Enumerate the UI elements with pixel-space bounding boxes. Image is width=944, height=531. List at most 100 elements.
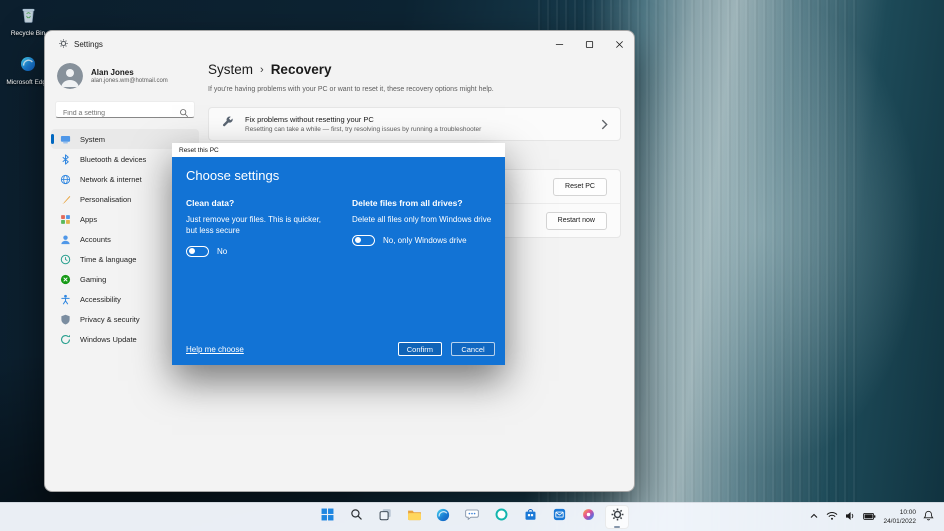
edge-icon: [436, 508, 450, 527]
globe-icon: [60, 174, 71, 185]
restart-now-button[interactable]: Restart now: [545, 211, 607, 230]
profile-email: alan.jones.wm@hotmail.com: [91, 78, 168, 85]
edge-icon: [20, 56, 36, 77]
delete-drives-description: Delete all files only from Windows drive: [352, 215, 492, 224]
sidebar-item-label: Apps: [80, 214, 98, 224]
sidebar-item-label: Personalisation: [80, 194, 132, 204]
window-title: Settings: [74, 39, 103, 49]
photos-button[interactable]: [576, 505, 600, 529]
task-view-button[interactable]: [373, 505, 397, 529]
settings-taskbar-button[interactable]: [605, 505, 629, 529]
edge-button[interactable]: [431, 505, 455, 529]
avatar: [57, 63, 83, 89]
clean-data-title: Clean data?: [186, 198, 235, 208]
user-profile[interactable]: Alan Jones alan.jones.wm@hotmail.com: [45, 55, 205, 101]
start-button[interactable]: [315, 505, 339, 529]
notification-bell-icon[interactable]: [923, 508, 934, 526]
mail-icon: [553, 508, 566, 526]
troubleshoot-icon: [221, 115, 234, 133]
sync-icon: [60, 334, 71, 345]
taskbar: 10:00 24/01/2022: [0, 502, 944, 531]
sidebar-item-label: Accounts: [80, 234, 111, 244]
delete-drives-section: Delete files from all drives? Delete all…: [352, 198, 495, 257]
clean-data-section: Clean data? Just remove your files. This…: [186, 198, 328, 257]
accessibility-person-icon: [60, 294, 71, 305]
xbox-icon: [60, 274, 71, 285]
maximize-button[interactable]: [574, 31, 604, 57]
sidebar-item-label: Accessibility: [80, 294, 121, 304]
wifi-icon[interactable]: [826, 508, 838, 526]
fix-problems-card[interactable]: Fix problems without resetting your PC R…: [208, 107, 621, 141]
fix-card-title: Fix problems without resetting your PC: [245, 114, 374, 124]
store-button[interactable]: [518, 505, 542, 529]
dialog-body: Choose settings Clean data? Just remove …: [172, 157, 505, 365]
taskbar-search-button[interactable]: [344, 505, 368, 529]
page-title: Recovery: [270, 62, 332, 77]
mail-button[interactable]: [547, 505, 571, 529]
sidebar-item-label: Windows Update: [80, 334, 137, 344]
paintbrush-icon: [60, 194, 71, 205]
sidebar-item-label: System: [80, 134, 106, 144]
toggle-switch-off-icon[interactable]: [352, 234, 375, 246]
page-subtitle: If you're having problems with your PC o…: [208, 86, 494, 93]
system-tray: 10:00 24/01/2022: [802, 503, 941, 531]
delete-drives-toggle-label: No, only Windows drive: [383, 235, 467, 245]
chat-bubble-icon: [465, 508, 479, 526]
store-bag-icon: [524, 508, 537, 526]
apps-grid-icon: [60, 214, 71, 225]
dialog-titlebar: Reset this PC: [172, 143, 505, 157]
recycle-bin-icon: [20, 6, 37, 28]
folder-icon: [407, 508, 422, 526]
task-view-icon: [379, 508, 392, 526]
sidebar-item-label: Network & internet: [80, 174, 142, 184]
gear-icon: [611, 508, 624, 526]
reset-pc-button[interactable]: Reset PC: [553, 177, 607, 196]
sidebar-item-label: Time & language: [80, 254, 137, 264]
profile-name: Alan Jones: [91, 67, 134, 77]
cancel-button[interactable]: Cancel: [451, 342, 495, 356]
delete-drives-toggle[interactable]: No, only Windows drive: [352, 234, 495, 246]
desktop: Recycle Bin Microsoft Edge Settings Alan…: [0, 0, 944, 531]
sidebar-item-label: Privacy & security: [80, 314, 140, 324]
close-button[interactable]: [604, 31, 634, 57]
sidebar-item-label: Bluetooth & devices: [80, 154, 147, 164]
fix-card-description: Resetting can take a while — first, try …: [245, 126, 482, 134]
tray-chevron-up-icon[interactable]: [809, 508, 819, 526]
settings-app-icon: [59, 38, 68, 50]
photos-icon: [582, 508, 595, 526]
confirm-button[interactable]: Confirm: [397, 342, 442, 356]
reset-pc-dialog: Reset this PC Choose settings Clean data…: [172, 143, 505, 365]
toggle-switch-off-icon[interactable]: [186, 245, 209, 257]
tray-time: 10:00: [899, 508, 916, 516]
chat-button[interactable]: [460, 505, 484, 529]
person-icon: [60, 234, 71, 245]
minimize-button[interactable]: [544, 31, 574, 57]
battery-icon[interactable]: [863, 508, 876, 526]
search-icon: [350, 508, 363, 526]
teal-ring-icon: [495, 508, 508, 526]
clock[interactable]: 10:00 24/01/2022: [883, 508, 916, 527]
help-me-choose-link[interactable]: Help me choose: [186, 345, 244, 354]
breadcrumb-system[interactable]: System: [208, 62, 253, 77]
window-titlebar: Settings: [45, 31, 634, 57]
delete-drives-title: Delete files from all drives?: [352, 198, 463, 208]
bluetooth-icon: [60, 153, 71, 165]
volume-icon[interactable]: [845, 508, 856, 526]
search-box: [55, 101, 195, 121]
system-icon: [60, 134, 71, 145]
search-input[interactable]: [56, 106, 194, 121]
clean-data-toggle[interactable]: No: [186, 245, 328, 257]
clock-icon: [60, 254, 71, 265]
clean-data-description: Just remove your files. This is quicker,…: [186, 215, 322, 235]
breadcrumb: System › Recovery: [208, 62, 621, 77]
dialog-title: Reset this PC: [179, 146, 219, 154]
tray-date: 24/01/2022: [883, 518, 916, 525]
dialog-heading: Choose settings: [186, 168, 280, 183]
file-explorer-button[interactable]: [402, 505, 426, 529]
desktop-icon-label: Recycle Bin: [10, 30, 46, 37]
clean-data-toggle-label: No: [217, 246, 228, 256]
sidebar-item-label: Gaming: [80, 274, 107, 284]
search-icon: [179, 105, 189, 123]
shield-icon: [60, 314, 71, 325]
teams-button[interactable]: [489, 505, 513, 529]
